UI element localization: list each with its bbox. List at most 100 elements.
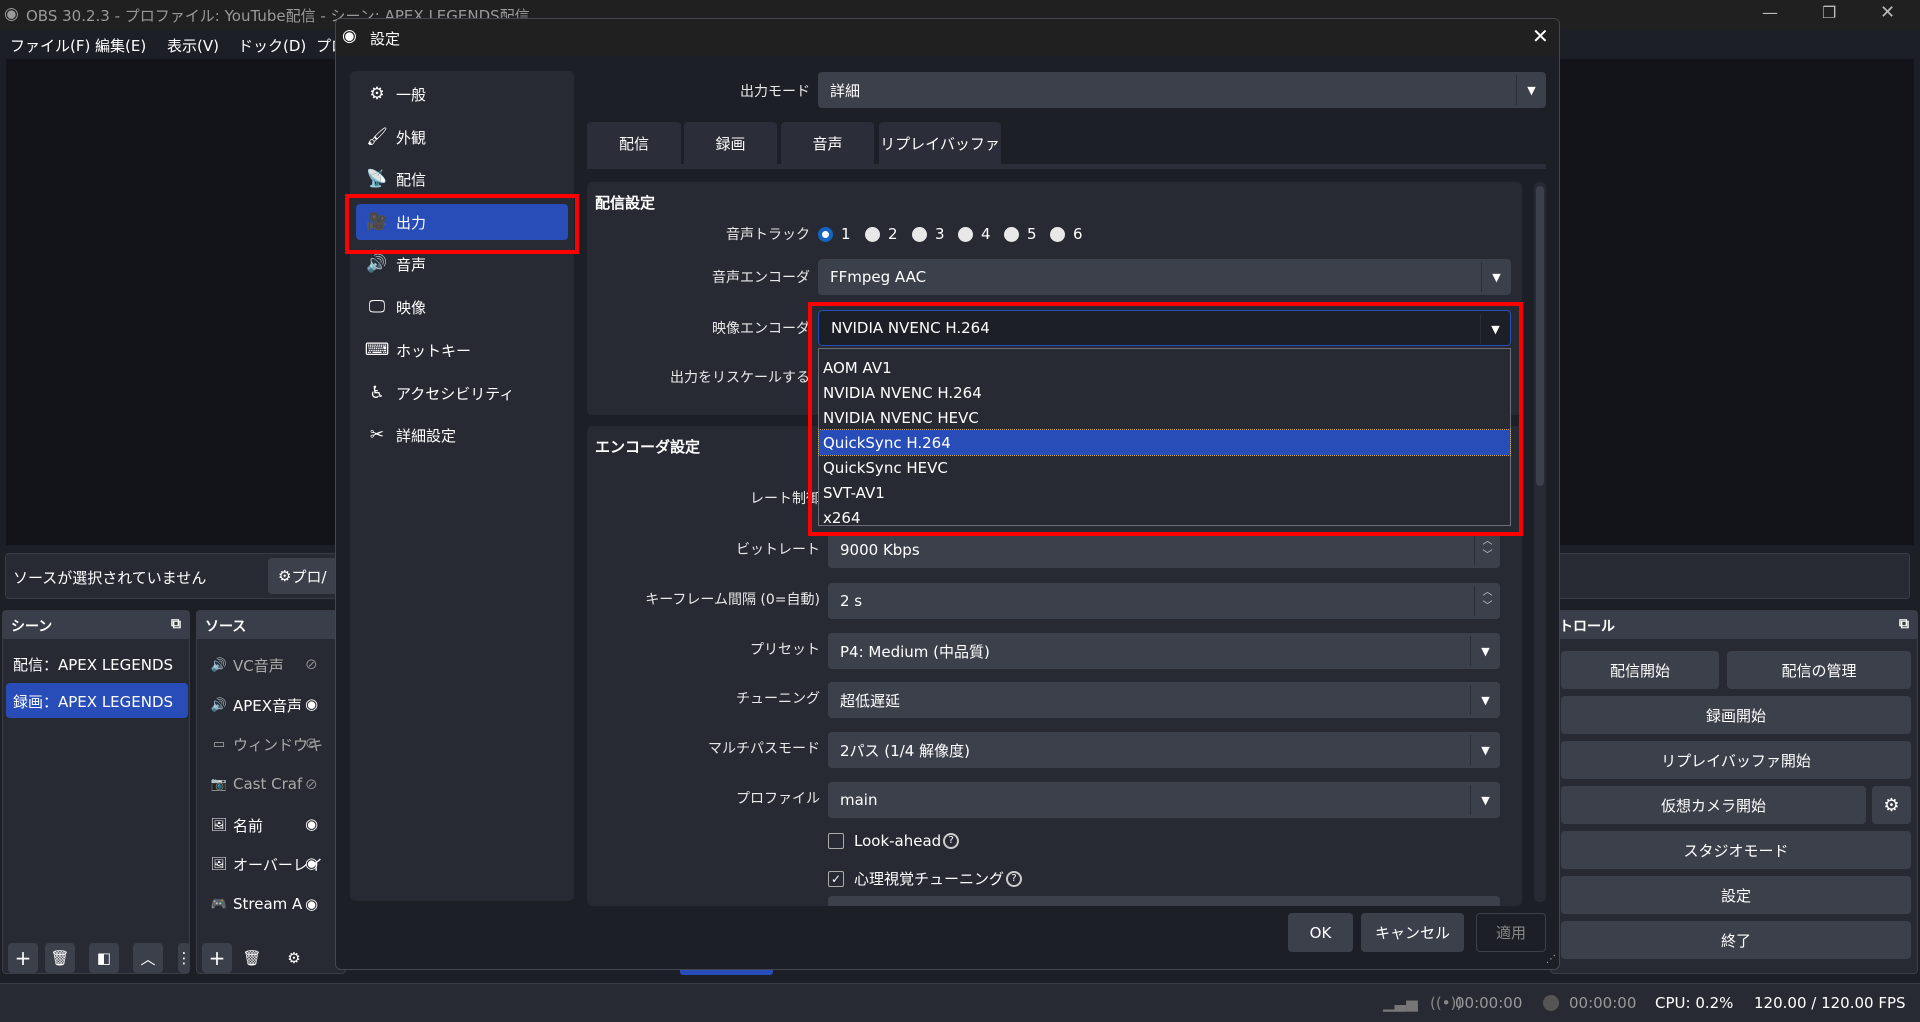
speaker-icon: 🔊 (210, 698, 228, 713)
menu-dock[interactable]: ドック(D) (238, 35, 306, 56)
cut-off-select (828, 896, 1500, 906)
cancel-button[interactable]: キャンセル (1361, 913, 1464, 952)
chevron-down-icon: ▼ (1470, 636, 1500, 666)
group-title: エンコーダ設定 (595, 438, 701, 456)
group-title: 配信設定 (595, 194, 656, 212)
profile-label: プロファイル (736, 791, 820, 807)
lookahead-checkbox[interactable]: Look-ahead? (828, 832, 960, 850)
manage-stream-button[interactable]: 配信の管理 (1727, 651, 1911, 689)
sidebar-item-appearance[interactable]: 🖌 外観 (356, 119, 568, 155)
scrollbar[interactable] (1534, 182, 1546, 902)
chevron-up-icon[interactable]: ︿ (133, 943, 163, 973)
start-stream-button[interactable]: 配信開始 (1561, 651, 1719, 689)
gear-icon[interactable]: ⚙ (279, 943, 309, 973)
sidebar-item-stream[interactable]: 📡 配信 (356, 161, 568, 197)
help-icon[interactable]: ? (1006, 870, 1023, 887)
settings-button[interactable]: 設定 (1561, 876, 1911, 914)
start-replay-buffer-button[interactable]: リプレイバッファ開始 (1561, 741, 1911, 779)
minimize-button[interactable]: — (1762, 3, 1778, 22)
output-mode-select[interactable]: 詳細 ▼ (818, 72, 1546, 108)
resize-grip-icon[interactable]: ⋰ (1546, 954, 1556, 965)
eye-icon[interactable]: ◉ (305, 815, 318, 833)
audio-track-label: 音声トラック (726, 227, 810, 243)
trash-icon[interactable]: 🗑 (45, 943, 75, 973)
more-icon[interactable]: ⋮ (177, 943, 192, 973)
record-status-icon (1543, 995, 1559, 1011)
keyframe-interval-spinbox[interactable]: 2 s ︿ ﹀ (828, 583, 1500, 619)
restore-button[interactable]: ❐ (1822, 3, 1836, 22)
ok-button[interactable]: OK (1288, 913, 1353, 952)
checkbox-unchecked-icon (828, 833, 844, 849)
antenna-icon: 📡 (366, 169, 388, 189)
tuning-select[interactable]: 超低遅延 ▼ (828, 682, 1500, 718)
stream-time: 00:00:00 (1455, 994, 1523, 1012)
rate-control-label: レート制御 (750, 491, 820, 507)
exit-button[interactable]: 終了 (1561, 921, 1911, 959)
tab-stream[interactable]: 配信 (587, 122, 681, 164)
apply-button[interactable]: 適用 (1476, 913, 1546, 952)
preset-select[interactable]: P4: Medium (中品質) ▼ (828, 633, 1500, 669)
studio-mode-button[interactable]: スタジオモード (1561, 831, 1911, 869)
menu-view[interactable]: 表示(V) (167, 35, 219, 56)
close-icon[interactable]: ✕ (1532, 24, 1549, 48)
filter-icon[interactable]: ◧ (89, 943, 119, 973)
help-icon[interactable]: ? (943, 833, 960, 849)
profile-select[interactable]: main ▼ (828, 782, 1500, 818)
accessibility-icon: ♿ (369, 383, 385, 403)
menu-edit[interactable]: 編集(E) (95, 35, 146, 56)
psycho-visual-tuning-checkbox[interactable]: ✓ 心理視覚チューニング? (828, 868, 1023, 889)
eye-icon[interactable]: ◉ (305, 854, 318, 872)
eye-hidden-icon[interactable]: ⊘ (305, 655, 318, 673)
audio-track-radio-1[interactable]: 1 (818, 225, 851, 243)
multipass-label: マルチパスモード (708, 741, 820, 757)
scene-item[interactable]: 録画：APEX LEGENDS (6, 683, 188, 718)
obs-logo-icon: ◉ (342, 26, 357, 46)
scrollbar-thumb[interactable] (1536, 186, 1544, 486)
audio-encoder-select[interactable]: FFmpeg AAC ▼ (818, 259, 1511, 295)
record-time: 00:00:00 (1569, 994, 1637, 1012)
eye-icon[interactable]: ◉ (305, 695, 318, 713)
virtual-camera-settings-gear-icon[interactable]: ⚙ (1872, 786, 1911, 824)
preset-label: プリセット (750, 642, 820, 658)
menu-file[interactable]: ファイル(F) (10, 35, 90, 56)
fps-readout: 120.00 / 120.00 FPS (1754, 994, 1906, 1012)
tab-audio[interactable]: 音声 (781, 122, 874, 164)
bitrate-spinbox[interactable]: 9000 Kbps ︿ ﹀ (828, 532, 1500, 568)
audio-track-radio-3[interactable]: 3 (912, 225, 945, 243)
eye-hidden-icon[interactable]: ⊘ (305, 775, 318, 793)
scene-item[interactable]: 配信：APEX LEGENDS (13, 654, 173, 675)
audio-encoder-label: 音声エンコーダ (712, 270, 810, 286)
eye-icon[interactable]: ◉ (305, 895, 318, 913)
sources-header: ソース (197, 611, 345, 639)
rescale-output-label: 出力をリスケールする (670, 370, 810, 386)
spin-arrows-icon[interactable]: ︿ ﹀ (1474, 535, 1500, 565)
close-window-button[interactable]: ✕ (1880, 2, 1895, 23)
undock-icon[interactable]: ⧉ (1899, 616, 1909, 632)
start-virtual-camera-button[interactable]: 仮想カメラ開始 (1561, 786, 1866, 824)
sidebar-item-advanced[interactable]: ✂ 詳細設定 (356, 417, 568, 453)
tab-recording[interactable]: 録画 (684, 122, 777, 164)
scenes-header: シーン ⧉ (3, 611, 189, 639)
gear-icon: ⚙ (278, 567, 292, 585)
undock-icon[interactable]: ⧉ (171, 616, 181, 632)
controls-dock: トロール ⧉ 配信開始 配信の管理 録画開始 リプレイバッファ開始 仮想カメラ開始… (1550, 610, 1918, 974)
sources-dock: ソース 🔊 VC音声 🔊 APEX音声 ▭ ウィンドウキ 📷 Cast Craf 🖼 名前… (196, 610, 346, 974)
tab-replay-buffer[interactable]: リプレイバッファ (879, 122, 1001, 164)
add-scene-button[interactable]: + (8, 943, 38, 973)
checkmark-icon: ✓ (828, 870, 844, 887)
chevron-down-icon: ▼ (1470, 685, 1500, 715)
start-record-button[interactable]: 録画開始 (1561, 696, 1911, 734)
audio-track-radio-2[interactable]: 2 (865, 225, 898, 243)
speaker-icon: 🔊 (366, 254, 388, 274)
audio-track-radio-6[interactable]: 6 (1050, 225, 1083, 243)
bitrate-label: ビットレート (736, 542, 820, 558)
chevron-down-icon: ▼ (1470, 735, 1500, 765)
audio-track-radio-5[interactable]: 5 (1004, 225, 1037, 243)
spin-arrows-icon[interactable]: ︿ ﹀ (1474, 586, 1500, 616)
audio-track-radio-4[interactable]: 4 (958, 225, 991, 243)
image-icon: 🖼 (210, 857, 228, 872)
trash-icon[interactable]: 🗑 (237, 943, 267, 973)
add-source-button[interactable]: + (202, 943, 232, 973)
multipass-select[interactable]: 2パス (1/4 解像度) ▼ (828, 732, 1500, 768)
eye-hidden-icon[interactable]: ⊘ (305, 734, 318, 752)
